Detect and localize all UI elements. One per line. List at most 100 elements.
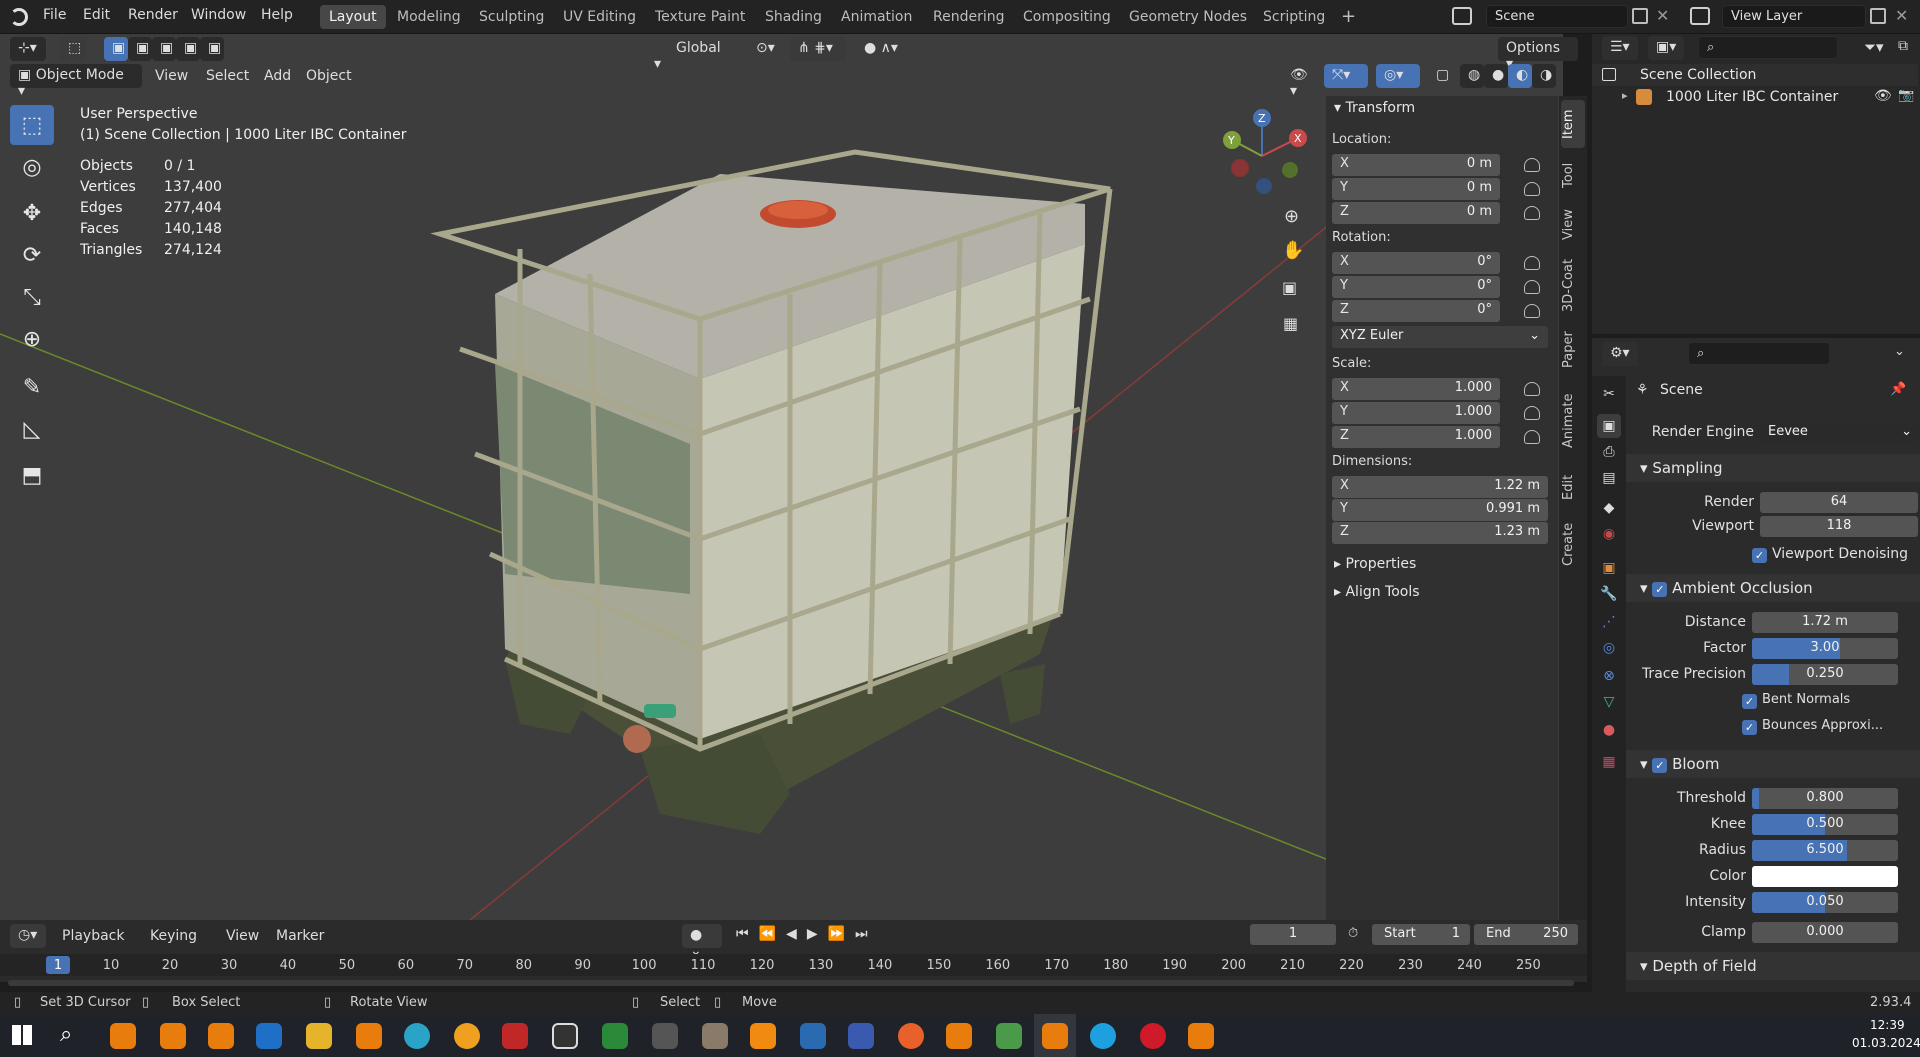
output-properties-icon[interactable]: ⎙	[1597, 440, 1621, 464]
view-layer-properties-icon[interactable]: ▤	[1597, 466, 1621, 490]
dof-panel-header[interactable]: ▾ Depth of Field	[1626, 952, 1920, 980]
bloom-panel-header[interactable]: ▾ ✓ Bloom	[1626, 750, 1920, 778]
jump-end-icon[interactable]: ⏭	[855, 926, 868, 942]
location-y-field[interactable]: Y 0 m	[1332, 178, 1500, 200]
blender-app-icon[interactable]	[946, 1023, 972, 1049]
select-mode-intersect[interactable]: ▣	[200, 37, 224, 61]
clamp-field[interactable]: 0.000	[1752, 922, 1898, 943]
bloom-checkbox[interactable]: ✓	[1652, 758, 1668, 773]
scene-properties-icon[interactable]: ◆	[1597, 496, 1621, 520]
bent-normals-checkbox[interactable]: ✓	[1742, 694, 1757, 709]
timeline-menu-marker[interactable]: Marker	[276, 928, 324, 944]
blender-app-icon[interactable]	[160, 1023, 186, 1049]
render-samples-field[interactable]: 64	[1760, 492, 1918, 513]
viewport-samples-field[interactable]: 118	[1760, 516, 1918, 537]
constraint-properties-icon[interactable]: ⊗	[1597, 664, 1621, 688]
tab-tool[interactable]: Tool	[1561, 152, 1585, 198]
add-cube-tool[interactable]: ⬒	[10, 455, 54, 495]
location-z-field[interactable]: Z 0 m	[1332, 202, 1500, 224]
save-app-icon[interactable]	[848, 1023, 874, 1049]
remove-view-layer-icon[interactable]: ✕	[1895, 6, 1908, 25]
properties-panel-header[interactable]: ▸ Properties	[1334, 556, 1416, 572]
particle-properties-icon[interactable]: ⋰	[1597, 610, 1621, 634]
blender-app-icon[interactable]	[356, 1023, 382, 1049]
tab-item[interactable]: Item	[1561, 100, 1585, 148]
shading-rendered[interactable]: ◑	[1532, 64, 1556, 88]
scale-tool[interactable]: ⤡	[10, 277, 54, 317]
material-properties-icon[interactable]: ●	[1597, 718, 1621, 742]
timeline-menu-playback[interactable]: Playback	[62, 928, 124, 944]
tab-modeling[interactable]: Modeling	[388, 5, 470, 29]
knee-slider[interactable]: 0.500	[1752, 814, 1898, 835]
new-scene-icon[interactable]	[1632, 8, 1648, 24]
cursor-tool[interactable]: ◎	[10, 147, 54, 187]
render-properties-icon[interactable]: ▣	[1597, 414, 1621, 438]
scale-z-field[interactable]: Z 1.000	[1332, 426, 1500, 448]
menu-help[interactable]: Help	[261, 7, 293, 23]
lock-icon[interactable]	[1524, 182, 1540, 196]
shading-solid[interactable]: ●	[1484, 64, 1508, 88]
tab-rendering[interactable]: Rendering	[924, 5, 1014, 29]
display-mode-dropdown[interactable]: ▣▾	[1648, 36, 1684, 60]
blender-active-icon[interactable]	[1042, 1023, 1068, 1049]
ao-factor-slider[interactable]: 3.00	[1752, 638, 1898, 659]
camera-view-icon[interactable]: ▣	[1282, 278, 1297, 297]
tab-texture-paint[interactable]: Texture Paint	[646, 5, 754, 29]
timeline-menu-view[interactable]: View	[226, 928, 259, 944]
view-layer-icon[interactable]	[1690, 7, 1710, 25]
select-mode-subtract[interactable]: ▣	[152, 37, 176, 61]
rotation-x-field[interactable]: X 0°	[1332, 252, 1500, 274]
annotate-tool[interactable]: ✎	[10, 367, 54, 407]
ao-panel-header[interactable]: ▾ ✓ Ambient Occlusion	[1626, 574, 1920, 602]
select-mode-extend[interactable]: ▣	[128, 37, 152, 61]
tab-create[interactable]: Create	[1561, 514, 1585, 574]
timeline-scrollbar[interactable]	[8, 980, 1574, 986]
viewport-menu-object[interactable]: Object	[306, 68, 352, 84]
snap-toggle[interactable]: ⋔ ⋕▾	[790, 37, 846, 61]
menu-render[interactable]: Render	[128, 7, 178, 23]
pin-icon[interactable]: 📌	[1890, 382, 1906, 397]
search-icon[interactable]: ⌕	[60, 1022, 72, 1047]
properties-options-icon[interactable]: ⌄	[1894, 344, 1905, 359]
overlay-toggle[interactable]: ◎▾	[1376, 64, 1420, 88]
ao-distance-field[interactable]: 1.72 m	[1752, 612, 1898, 633]
tab-view[interactable]: View	[1561, 202, 1585, 248]
visibility-dropdown[interactable]: 👁▾	[1282, 64, 1318, 99]
bounces-checkbox[interactable]: ✓	[1742, 720, 1757, 735]
align-tools-header[interactable]: ▸ Align Tools	[1334, 584, 1420, 600]
sampling-panel-header[interactable]: ▾ Sampling	[1626, 454, 1920, 482]
radius-slider[interactable]: 6.500	[1752, 840, 1898, 861]
notepad-icon[interactable]	[996, 1023, 1022, 1049]
texture-properties-icon[interactable]: ▦	[1597, 750, 1621, 774]
add-workspace-button[interactable]: +	[1332, 2, 1365, 27]
scene-field[interactable]: Scene	[1486, 5, 1628, 28]
filter-icon[interactable]: ⏷▾	[1864, 38, 1884, 56]
flame-app-icon[interactable]	[454, 1023, 480, 1049]
tab-scripting[interactable]: Scripting	[1254, 5, 1334, 29]
ortho-grid-icon[interactable]: ▦	[1283, 314, 1298, 333]
options-dropdown[interactable]: Options ▾	[1498, 37, 1578, 72]
blender-app-icon[interactable]	[1188, 1023, 1214, 1049]
gear-app-icon[interactable]	[652, 1023, 678, 1049]
timeline-editor-type[interactable]: ◷▾	[10, 924, 46, 948]
menu-file[interactable]: File	[43, 7, 66, 23]
tab-animate[interactable]: Animate	[1561, 386, 1585, 456]
next-keyframe-icon[interactable]: ⏩	[828, 926, 845, 942]
viewport-menu-view[interactable]: View	[155, 68, 188, 84]
rotation-z-field[interactable]: Z 0°	[1332, 300, 1500, 322]
tab-sculpting[interactable]: Sculpting	[470, 5, 553, 29]
lock-icon[interactable]	[1524, 206, 1540, 220]
transform-header[interactable]: ▾ Transform	[1334, 100, 1415, 116]
blender-app-icon[interactable]	[208, 1023, 234, 1049]
edge-icon[interactable]	[404, 1023, 430, 1049]
lock-icon[interactable]	[1524, 304, 1540, 318]
viewport-menu-add[interactable]: Add	[264, 68, 291, 84]
lock-icon[interactable]	[1524, 406, 1540, 420]
tab-uv-editing[interactable]: UV Editing	[554, 5, 645, 29]
select-mode-invert[interactable]: ▣	[176, 37, 200, 61]
lock-icon[interactable]	[1524, 382, 1540, 396]
menu-window[interactable]: Window	[191, 7, 246, 23]
map-app-icon[interactable]	[800, 1023, 826, 1049]
clock-time[interactable]: 12:39	[1870, 1018, 1905, 1032]
tab-animation[interactable]: Animation	[832, 5, 921, 29]
